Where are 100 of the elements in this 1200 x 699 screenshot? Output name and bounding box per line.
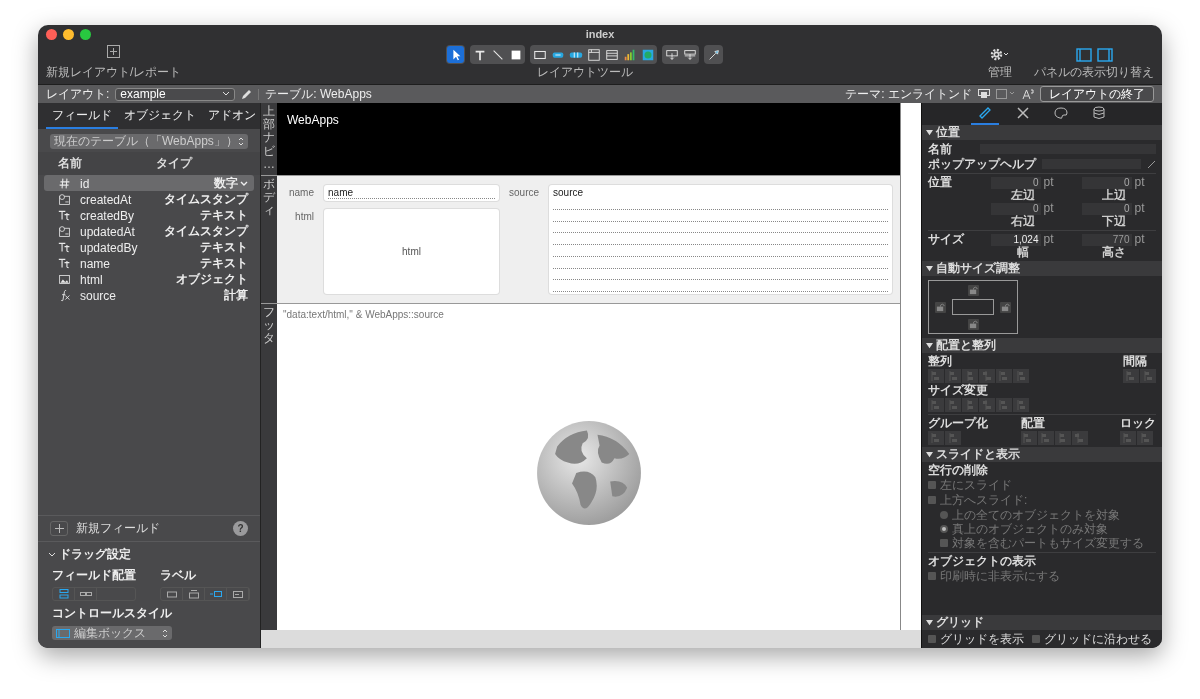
anchor-lock-button[interactable]: [935, 301, 946, 313]
pencil-icon[interactable]: [1147, 159, 1156, 169]
section-header[interactable]: グリッド: [922, 615, 1162, 630]
order-icon: [1040, 433, 1051, 443]
checkbox[interactable]: [928, 635, 936, 643]
part-label[interactable]: ボディ: [261, 176, 277, 303]
control-style-dropdown[interactable]: 編集ボックス: [52, 626, 172, 640]
zoom-button[interactable]: [80, 28, 91, 40]
unit-label: pt: [1134, 202, 1145, 215]
control-style-label: コントロールスタイル: [51, 605, 173, 622]
part-label[interactable]: フッタ: [261, 304, 277, 630]
section-header[interactable]: 位置: [922, 125, 1162, 140]
order-button[interactable]: [1020, 431, 1037, 445]
field-caption: 右辺: [1010, 215, 1035, 228]
position-input[interactable]: 0: [1082, 202, 1133, 215]
help-button[interactable]: ?: [233, 521, 248, 536]
panel-tab[interactable]: オブジェクト: [118, 103, 202, 129]
source-field[interactable]: source: [549, 185, 892, 294]
resize-icon: [1015, 400, 1027, 410]
exit-layout-button[interactable]: レイアウトの終了: [1040, 86, 1154, 102]
toolbar-label: レイアウトツール: [536, 64, 633, 81]
field-row[interactable]: id 数字: [44, 175, 254, 191]
gear-icon[interactable]: [990, 48, 1010, 61]
unlock-icon: [968, 319, 978, 329]
add-icon[interactable]: [107, 45, 121, 58]
left-panel-icon[interactable]: [1075, 47, 1092, 62]
chevron-icon: [222, 91, 231, 97]
toolbar-label: 新規レイアウト/レポート: [46, 64, 182, 81]
group-icon: [947, 433, 959, 443]
order-label: 配置: [1020, 417, 1046, 430]
placement-toggle[interactable]: [52, 587, 136, 601]
right-panel-icon[interactable]: [1096, 47, 1113, 62]
field-row[interactable]: source 計算: [44, 287, 254, 303]
pencil-icon[interactable]: [241, 88, 253, 100]
name-field[interactable]: name: [324, 185, 499, 201]
section-header[interactable]: ドラッグ設定: [48, 546, 250, 563]
field-row[interactable]: updatedAt タイムスタンプ: [44, 223, 254, 239]
part-label[interactable]: 上部ナビ…: [261, 103, 277, 175]
font-size-icon[interactable]: [1022, 88, 1034, 100]
table-selector[interactable]: 現在のテーブル（「WebApps」）: [50, 134, 248, 149]
globe-icon: [640, 47, 655, 62]
layout-dropdown[interactable]: example: [115, 87, 236, 101]
anchor-lock-button[interactable]: [967, 284, 979, 296]
checkbox[interactable]: [1032, 635, 1040, 643]
triangle-icon: [926, 342, 933, 349]
order-button[interactable]: [1071, 431, 1088, 445]
order-icon: [1023, 433, 1034, 443]
column-header[interactable]: タイプ: [156, 155, 246, 172]
theme-icon[interactable]: [978, 89, 990, 99]
close-button[interactable]: [46, 28, 57, 40]
align-label: 整列: [928, 355, 953, 368]
container-field[interactable]: html: [324, 209, 499, 294]
unit-label: pt: [1134, 176, 1145, 189]
add-field-button[interactable]: [50, 521, 68, 536]
option-label: グリッドを表示: [940, 632, 1024, 646]
order-button[interactable]: [1054, 431, 1071, 445]
triangle-icon: [926, 129, 933, 136]
column-header[interactable]: 名前: [58, 155, 156, 172]
field-row[interactable]: createdBy テキスト: [44, 207, 254, 223]
position-input[interactable]: 0: [991, 202, 1042, 215]
section-header[interactable]: 配置と整列: [922, 338, 1162, 353]
panel-tab[interactable]: フィールド: [46, 103, 118, 129]
popover-tool[interactable]: [585, 46, 603, 63]
order-button[interactable]: [1037, 431, 1054, 445]
field-row[interactable]: createdAt タイムスタンプ: [44, 191, 254, 207]
order-icon: [1074, 433, 1085, 443]
field-row[interactable]: name テキスト: [44, 255, 254, 271]
tooltip-label: ポップアップヘルプ: [928, 157, 1036, 171]
unlock-icon: [1001, 302, 1010, 312]
position-input[interactable]: 0: [991, 176, 1042, 189]
anchor-lock-button[interactable]: [1000, 301, 1011, 313]
unit-label: pt: [1134, 233, 1145, 246]
panel-tab[interactable]: アドオン: [202, 103, 262, 129]
chevron-icon: [48, 550, 56, 559]
align-icon: [981, 371, 993, 381]
field-label: html: [294, 210, 314, 222]
field-row[interactable]: html オブジェクト: [44, 271, 254, 287]
label-layout-icon: [165, 589, 178, 599]
lock-label: ロック: [1120, 417, 1156, 430]
lock-icon: [1122, 433, 1134, 443]
theme-label: テーマ: エンライトンド: [845, 85, 972, 103]
size-input[interactable]: 1,024: [991, 233, 1042, 246]
field-row[interactable]: updatedBy テキスト: [44, 239, 254, 255]
minimize-button[interactable]: [63, 28, 74, 40]
section-header[interactable]: 自動サイズ調整: [922, 261, 1162, 276]
pointer-tool[interactable]: [447, 46, 465, 63]
header-title: WebApps: [287, 113, 339, 127]
anchor-lock-button[interactable]: [967, 318, 979, 330]
table-label: テーブル: WebApps: [265, 85, 372, 103]
palette-icon: [1054, 106, 1068, 120]
visibility-label: オブジェクトの表示: [928, 555, 1037, 568]
label-position-toggle[interactable]: [160, 587, 250, 601]
distribute-label: 間隔: [1123, 355, 1148, 368]
panel-icon: [586, 47, 601, 62]
resize-icon: [930, 400, 942, 410]
timestamp-field-icon: [58, 193, 71, 206]
section-header[interactable]: スライドと表示: [922, 447, 1162, 462]
unlock-icon: [936, 302, 945, 312]
position-input[interactable]: 0: [1082, 176, 1133, 189]
group-icon: [930, 433, 942, 443]
